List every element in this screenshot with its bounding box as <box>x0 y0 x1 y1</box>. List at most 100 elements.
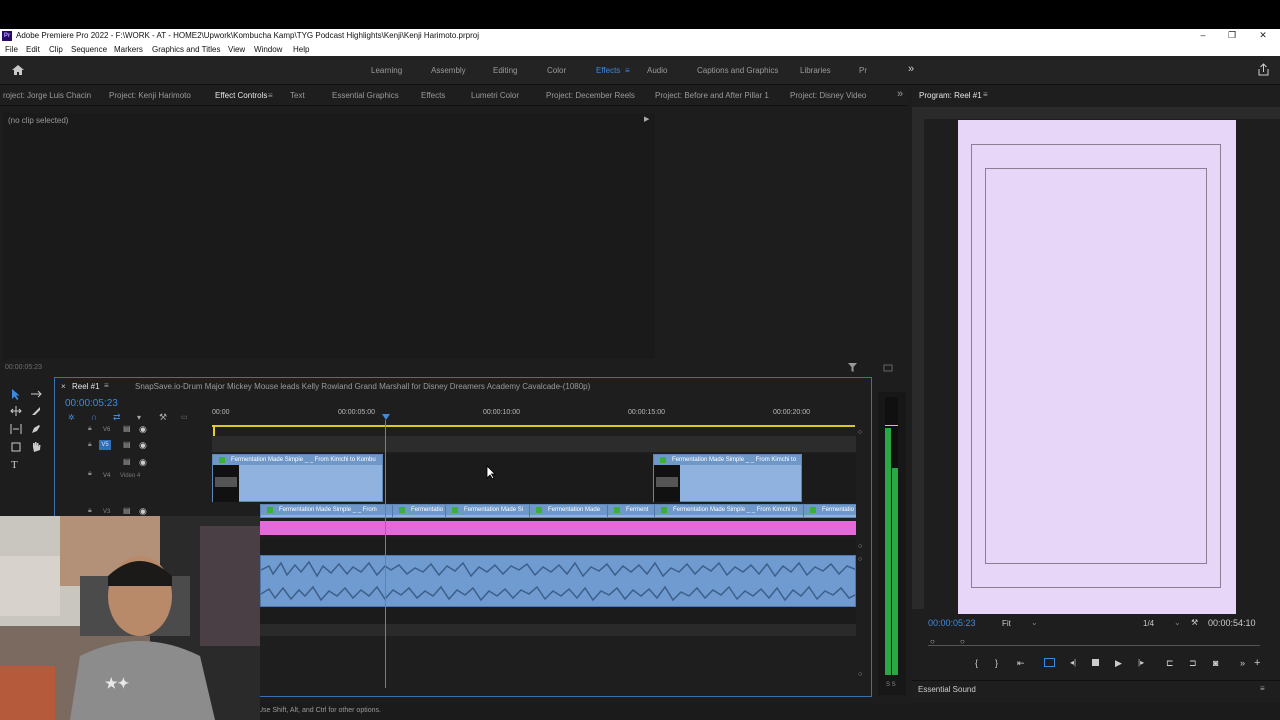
tab-lumetri[interactable]: Lumetri Color <box>471 91 519 100</box>
eye-icon[interactable]: ◉ <box>139 424 147 435</box>
tab-project-december[interactable]: Project: December Reels <box>546 91 635 100</box>
essential-sound-menu-icon[interactable]: ≡ <box>1260 684 1265 693</box>
go-to-in-icon[interactable]: ⇤ <box>1017 658 1025 669</box>
workspace-audio[interactable]: Audio <box>647 66 667 75</box>
workspace-assembly[interactable]: Assembly <box>431 66 466 75</box>
work-area-bar[interactable] <box>212 425 855 427</box>
add-marker-icon[interactable]: ▾ <box>137 413 141 422</box>
button-editor-more-icon[interactable]: » <box>1240 658 1245 668</box>
restore-icon[interactable]: ❐ <box>1218 29 1246 43</box>
type-tool-icon[interactable]: T <box>11 459 18 471</box>
export-frame-icon[interactable]: ◙ <box>1213 658 1218 668</box>
tab-essential-graphics[interactable]: Essential Graphics <box>332 91 399 100</box>
wrench-icon[interactable]: ⚒ <box>1191 618 1198 627</box>
menu-window[interactable]: Window <box>254 45 282 54</box>
menu-help[interactable]: Help <box>293 45 309 54</box>
audio-track-empty[interactable] <box>212 624 856 636</box>
tab-project-before-after[interactable]: Project: Before and After Pillar 1 <box>655 91 769 100</box>
workspace-editing[interactable]: Editing <box>493 66 517 75</box>
video-clip[interactable]: Fermentation Made <box>529 505 607 517</box>
lock-icon[interactable]: 🔒︎ <box>88 425 92 433</box>
panel-tabs-more-icon[interactable]: » <box>897 88 903 100</box>
fit-chevron-down-icon[interactable]: ⌄ <box>1031 618 1038 627</box>
menu-clip[interactable]: Clip <box>49 45 63 54</box>
tab-project-jorge[interactable]: roject: Jorge Luis Chacin <box>3 91 91 100</box>
sync-lock-icon[interactable]: ▤ <box>123 457 131 466</box>
track-label-v3[interactable]: V3 <box>103 509 110 515</box>
timeline-tab[interactable]: Reel #1 <box>72 382 100 391</box>
minimize-icon[interactable]: – <box>1189 29 1217 43</box>
zoom-handle-icon[interactable]: ○ <box>858 671 862 678</box>
linked-selection-icon[interactable]: ⇄ <box>113 412 121 423</box>
overwrite-icon[interactable]: ⊐ <box>1189 658 1197 669</box>
lock-icon[interactable]: 🔒︎ <box>88 470 92 478</box>
timeline-tab-second[interactable]: SnapSave.io-Drum Major Mickey Mouse lead… <box>135 382 590 391</box>
ripple-edit-tool-icon[interactable] <box>10 406 22 416</box>
lock-icon[interactable]: 🔒︎ <box>88 441 92 449</box>
insert-icon[interactable]: ⊏ <box>1166 658 1174 669</box>
workspaces-more-icon[interactable]: » <box>908 63 914 75</box>
add-button-icon[interactable]: + <box>1254 657 1260 669</box>
graphic-clip-pink[interactable] <box>260 521 856 535</box>
track-label-v5[interactable]: V5 <box>99 440 111 450</box>
mark-out-icon[interactable]: } <box>995 658 998 668</box>
slip-tool-icon[interactable] <box>10 424 22 434</box>
video-clip[interactable]: Fermentation Made Simple _ _ From <box>261 505 392 517</box>
nest-icon[interactable]: ✲ <box>68 413 75 422</box>
razor-tool-icon[interactable] <box>31 406 41 416</box>
zoom-handle-icon[interactable]: ○ <box>858 429 862 436</box>
program-title[interactable]: Program: Reel #1 <box>919 91 982 100</box>
lock-icon[interactable]: 🔒︎ <box>88 507 92 515</box>
audio-clip[interactable] <box>260 555 856 607</box>
lift-icon[interactable] <box>1044 658 1055 667</box>
export-icon[interactable] <box>883 362 893 372</box>
tab-project-kenji[interactable]: Project: Kenji Harimoto <box>109 91 191 100</box>
snap-icon[interactable]: ∩ <box>91 412 97 422</box>
video-clip[interactable]: Fermentatio <box>392 505 445 517</box>
menu-graphics[interactable]: Graphics and Titles <box>152 45 220 54</box>
zoom-handle-icon[interactable]: ○ <box>858 556 862 563</box>
workspace-menu-icon[interactable]: ≡ <box>625 66 630 75</box>
eye-icon[interactable]: ◉ <box>139 440 147 451</box>
step-back-icon[interactable]: ◂| <box>1070 658 1076 667</box>
zoom-handle-icon[interactable]: ○ <box>858 543 862 550</box>
workspace-effects[interactable]: Effects <box>596 66 620 75</box>
sync-lock-icon[interactable]: ▤ <box>123 440 131 449</box>
rectangle-tool-icon[interactable] <box>11 442 21 452</box>
mark-in-icon[interactable]: { <box>975 658 978 668</box>
hand-tool-icon[interactable] <box>30 441 42 453</box>
track-select-tool-icon[interactable] <box>30 390 42 399</box>
workspace-learning[interactable]: Learning <box>371 66 402 75</box>
captions-icon[interactable]: ▭ <box>181 413 188 421</box>
workspace-captions[interactable]: Captions and Graphics <box>697 66 778 75</box>
workspace-color[interactable]: Color <box>547 66 566 75</box>
resolution-chevron-down-icon[interactable]: ⌄ <box>1174 618 1181 627</box>
meter-solo-labels[interactable]: S S <box>886 682 896 688</box>
timeline-menu-icon[interactable]: ≡ <box>104 381 109 390</box>
program-menu-icon[interactable]: ≡ <box>983 90 988 99</box>
track-lane-v3[interactable]: Fermentation Made Simple _ _ From Fermen… <box>260 504 856 518</box>
sync-lock-icon[interactable]: ▤ <box>123 424 131 433</box>
program-scrubber[interactable]: ○ ○ <box>928 636 1260 648</box>
time-ruler[interactable]: 00:00 00:00:05:00 00:00:10:00 00:00:15:0… <box>212 400 855 427</box>
timeline-timecode[interactable]: 00:00:05:23 <box>65 398 118 409</box>
tab-project-disney[interactable]: Project: Disney Video <box>790 91 866 100</box>
tab-effects[interactable]: Effects <box>421 91 445 100</box>
eye-icon[interactable]: ◉ <box>139 457 147 468</box>
program-timecode[interactable]: 00:00:05:23 <box>928 618 976 628</box>
close-icon[interactable]: ✕ <box>1249 29 1277 43</box>
filter-icon[interactable] <box>848 363 857 372</box>
tab-effect-controls[interactable]: Effect Controls <box>215 91 267 100</box>
video-clip[interactable]: Fermentation Made Simple _ _ From Kimchi… <box>653 454 802 502</box>
wrench-icon[interactable]: ⚒ <box>159 412 167 423</box>
video-clip[interactable]: Fermentation Made Si <box>445 505 529 517</box>
tab-menu-icon[interactable]: ≡ <box>268 91 273 100</box>
menu-markers[interactable]: Markers <box>114 45 143 54</box>
essential-sound-tab[interactable]: Essential Sound <box>918 685 976 694</box>
program-canvas[interactable] <box>958 120 1236 614</box>
video-clip[interactable]: Fermentatio <box>803 505 856 517</box>
step-forward-icon[interactable]: |▸ <box>1138 658 1144 667</box>
sync-lock-icon[interactable]: ▤ <box>123 506 131 515</box>
track-label-v6[interactable]: V6 <box>103 427 110 433</box>
pen-tool-icon[interactable] <box>31 424 41 434</box>
